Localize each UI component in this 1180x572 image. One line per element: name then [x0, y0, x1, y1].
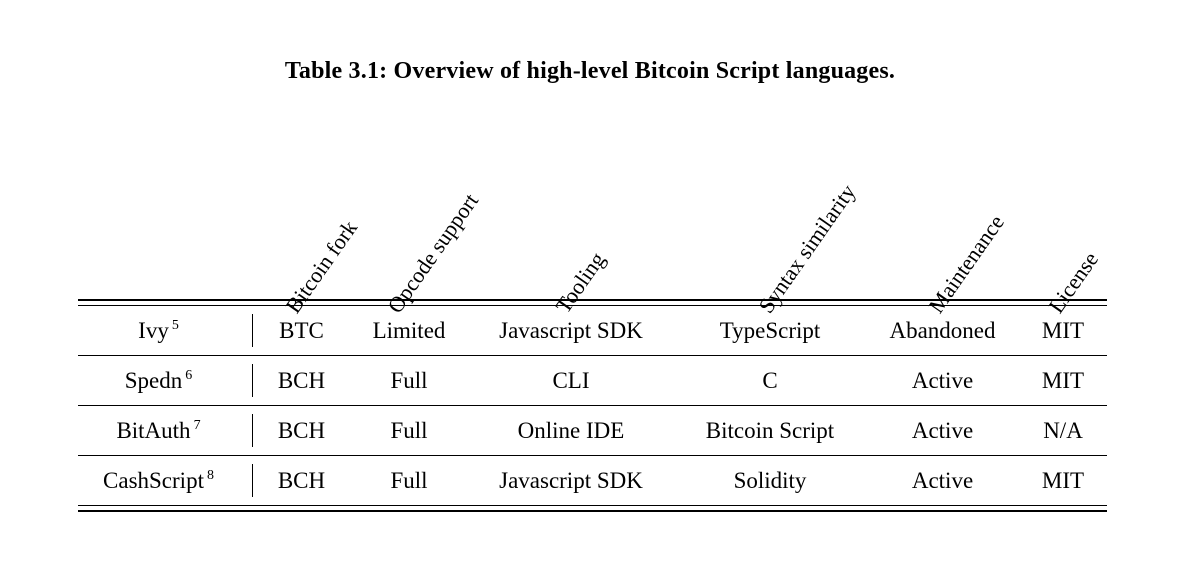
license-cell: MIT: [1041, 317, 1085, 343]
table-row: Spedn 6 BCH Full CLI C Active MIT: [78, 355, 1107, 406]
language-name-cell: BitAuth 7: [78, 405, 253, 456]
table-container: Ivy 5 BTC Limited Javascript SDK TypeScript Ab…: [78, 299, 1107, 512]
maintenance-cell: Active: [866, 455, 1019, 505]
language-name-cell: Ivy 5: [78, 306, 253, 356]
bitcoin-fork-cell: BTC: [279, 317, 324, 343]
table-body: Ivy 5 BTC Limited Javascript SDK TypeScript Ab…: [78, 306, 1107, 505]
column-header-opcode-support: Opcode support: [382, 188, 484, 318]
license-cell: N/A: [1019, 405, 1107, 456]
table-top-rule: [78, 299, 1107, 306]
table-row: Ivy 5 BTC Limited Javascript SDK TypeScript Ab…: [78, 306, 1107, 356]
footnote-marker[interactable]: 6: [185, 368, 192, 383]
tooling-cell: CLI: [468, 355, 674, 406]
language-name-cell: Spedn 6: [78, 355, 253, 406]
license-cell: MIT: [1019, 355, 1107, 406]
footnote-marker[interactable]: 8: [207, 468, 214, 483]
tooling-cell: Javascript SDK: [468, 455, 674, 505]
maintenance-cell: Active: [866, 355, 1019, 406]
language-name: CashScript: [103, 467, 204, 493]
column-header-syntax-similarity: Syntax similarity: [753, 179, 861, 318]
maintenance-cell: Abandoned: [889, 317, 996, 343]
table-row: BitAuth 7 BCH Full Online IDE Bitcoin Script A…: [78, 405, 1107, 456]
syntax-similarity-cell: C: [674, 355, 866, 406]
tooling-cell: Javascript SDK: [499, 317, 643, 343]
opcode-support-cell: Limited: [372, 317, 446, 343]
language-name: Ivy: [138, 317, 169, 343]
table-row: CashScript 8 BCH Full Javascript SDK Solidity…: [78, 455, 1107, 505]
syntax-similarity-cell: Solidity: [674, 455, 866, 505]
language-name-cell: CashScript 8: [78, 455, 253, 505]
footnote-marker[interactable]: 5: [172, 318, 179, 333]
rotated-header-band: Bitcoin fork Opcode support Tooling Synt…: [0, 0, 1180, 318]
language-name: Spedn: [124, 367, 183, 393]
table-bottom-rule: [78, 505, 1107, 512]
bitcoin-fork-cell: BCH: [253, 355, 350, 406]
opcode-support-cell: Full: [350, 455, 468, 505]
maintenance-cell: Active: [866, 405, 1019, 456]
syntax-similarity-cell: Bitcoin Script: [674, 405, 866, 456]
opcode-support-cell: Full: [350, 355, 468, 406]
license-cell: MIT: [1019, 455, 1107, 505]
bitcoin-fork-cell: BCH: [253, 455, 350, 505]
footnote-marker[interactable]: 7: [194, 418, 201, 433]
bitcoin-fork-cell: BCH: [253, 405, 350, 456]
tooling-cell: Online IDE: [468, 405, 674, 456]
opcode-support-cell: Full: [350, 405, 468, 456]
syntax-similarity-cell: TypeScript: [719, 317, 821, 343]
language-name: BitAuth: [116, 417, 191, 443]
comparison-table: Ivy 5 BTC Limited Javascript SDK TypeScript Ab…: [78, 306, 1107, 505]
